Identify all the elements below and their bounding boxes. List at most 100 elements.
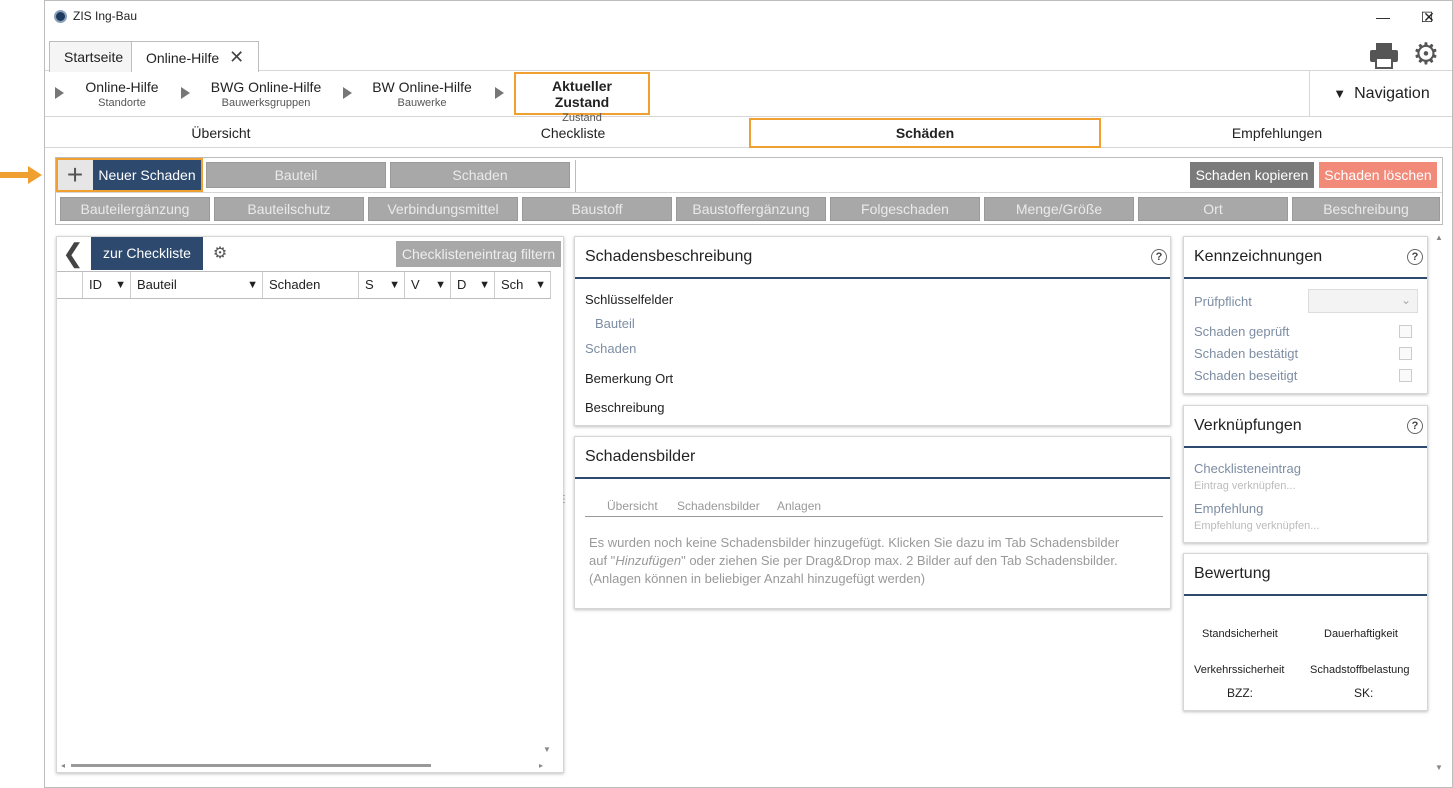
tab-label: Startseite bbox=[64, 49, 124, 65]
column-label: S bbox=[365, 277, 374, 292]
delete-damage-button[interactable]: Schaden löschen bbox=[1319, 162, 1437, 188]
filter-icon[interactable]: ▼ bbox=[479, 272, 490, 298]
bauteil-field[interactable]: Bauteil bbox=[595, 316, 635, 331]
column-header-s[interactable]: S ▼ bbox=[359, 272, 405, 298]
breadcrumb-title: Online-Hilfe bbox=[85, 79, 159, 95]
subtab-empfehlungen[interactable]: Empfehlungen bbox=[1101, 118, 1453, 148]
help-icon[interactable]: ? bbox=[1151, 249, 1167, 265]
message-emphasis: Hinzufügen bbox=[615, 553, 682, 568]
splitter-grip-icon[interactable]: ⋮ bbox=[559, 495, 569, 505]
breadcrumb: Online-Hilfe Standorte BWG Online-Hilfe … bbox=[45, 71, 1453, 124]
markings-panel: Kennzeichnungen ? Prüfpflicht ⌄ Schaden … bbox=[1183, 236, 1428, 394]
schaden-button[interactable]: Schaden bbox=[390, 162, 570, 188]
filter-icon[interactable]: ▼ bbox=[115, 272, 126, 298]
beschreibung-button[interactable]: Beschreibung bbox=[1292, 197, 1440, 221]
schaden-field[interactable]: Schaden bbox=[585, 341, 636, 356]
pointer-arrow-icon bbox=[0, 166, 42, 184]
scroll-left-icon[interactable]: ◂ bbox=[61, 761, 65, 770]
filter-icon[interactable]: ▼ bbox=[435, 272, 446, 298]
checked-checkbox[interactable] bbox=[1399, 325, 1412, 338]
breadcrumb-item-standorte[interactable]: Online-Hilfe Standorte bbox=[81, 79, 163, 109]
filter-icon[interactable]: ▼ bbox=[389, 272, 400, 298]
breadcrumb-sub: Standorte bbox=[98, 97, 146, 109]
baustoffergaenzung-button[interactable]: Baustoffergänzung bbox=[676, 197, 826, 221]
damage-list-panel: ❮ zur Checkliste ⚙ Checklisteneintrag fi… bbox=[56, 236, 564, 773]
panel-title: Schadensbeschreibung bbox=[575, 237, 1170, 279]
ort-button[interactable]: Ort bbox=[1138, 197, 1288, 221]
column-header-v[interactable]: V ▼ bbox=[405, 272, 451, 298]
app-window: ZIS Ing-Bau — ☐ ✕ Startseite Online-Hilf… bbox=[44, 0, 1453, 788]
copy-damage-button[interactable]: Schaden kopieren bbox=[1190, 162, 1314, 188]
location-remark-label[interactable]: Bemerkung Ort bbox=[585, 371, 673, 386]
column-header-sch[interactable]: Sch ▼ bbox=[495, 272, 551, 298]
images-tab-attachments[interactable]: Anlagen bbox=[777, 499, 821, 513]
column-header-d[interactable]: D ▼ bbox=[451, 272, 495, 298]
no-images-message: Es wurden noch keine Schadensbilder hinz… bbox=[589, 534, 1169, 588]
triangle-down-icon: ▼ bbox=[1333, 86, 1347, 101]
title-bar: ZIS Ing-Bau — ☐ bbox=[45, 1, 1452, 33]
subtab-uebersicht[interactable]: Übersicht bbox=[45, 118, 397, 148]
column-label: D bbox=[457, 277, 467, 292]
help-icon[interactable]: ? bbox=[1407, 249, 1423, 265]
column-header-schaden[interactable]: Schaden bbox=[263, 272, 359, 298]
filter-icon[interactable]: ▼ bbox=[247, 272, 258, 298]
back-to-checklist-button[interactable]: zur Checkliste bbox=[91, 237, 203, 270]
inspection-duty-select[interactable]: ⌄ bbox=[1308, 289, 1418, 313]
print-icon[interactable] bbox=[1369, 41, 1399, 69]
plus-icon: + bbox=[66, 159, 84, 190]
minimize-button[interactable]: — bbox=[1361, 5, 1405, 29]
column-settings-icon[interactable]: ⚙ bbox=[207, 241, 233, 267]
images-tab-overview[interactable]: Übersicht bbox=[607, 499, 658, 513]
help-icon[interactable]: ? bbox=[1407, 418, 1423, 434]
close-window-glyph[interactable]: ✕ bbox=[1407, 5, 1451, 29]
rating-panel: Bewertung Standsicherheit Dauerhaftigkei… bbox=[1183, 553, 1428, 711]
sk-label: SK: bbox=[1354, 686, 1374, 700]
resolved-checkbox[interactable] bbox=[1399, 369, 1412, 382]
breadcrumb-arrow-icon bbox=[181, 87, 190, 99]
tab-online-hilfe[interactable]: Online-Hilfe ✕ bbox=[131, 41, 260, 72]
column-label: ID bbox=[89, 277, 102, 292]
breadcrumb-arrow-icon bbox=[343, 87, 352, 99]
checked-label: Schaden geprüft bbox=[1194, 324, 1290, 339]
scroll-down-icon[interactable]: ▼ bbox=[1435, 763, 1443, 772]
description-label[interactable]: Beschreibung bbox=[585, 400, 665, 415]
scroll-right-icon[interactable]: ▸ bbox=[539, 761, 543, 770]
breadcrumb-item-bauwerke[interactable]: BW Online-Hilfe Bauwerke bbox=[369, 79, 475, 109]
tab-startseite[interactable]: Startseite bbox=[49, 41, 139, 72]
confirmed-checkbox[interactable] bbox=[1399, 347, 1412, 360]
column-header-bauteil[interactable]: Bauteil ▼ bbox=[131, 272, 263, 298]
folgeschaden-button[interactable]: Folgeschaden bbox=[830, 197, 980, 221]
images-tab-pictures[interactable]: Schadensbilder bbox=[677, 499, 760, 513]
recommendation-link[interactable]: Empfehlung verknüpfen... bbox=[1194, 520, 1319, 532]
images-panel: Schadensbilder Übersicht Schadensbilder … bbox=[574, 436, 1171, 609]
close-tab-icon[interactable]: ✕ bbox=[229, 42, 244, 72]
breadcrumb-title: BW Online-Hilfe bbox=[372, 79, 472, 95]
damage-toolbar: + Neuer Schaden Bauteil Schaden Schaden … bbox=[55, 157, 1443, 225]
bauteilergaenzung-button[interactable]: Bauteilergänzung bbox=[60, 197, 210, 221]
bauteil-button[interactable]: Bauteil bbox=[206, 162, 386, 188]
chevron-left-icon[interactable]: ❮ bbox=[57, 237, 89, 269]
pollutant-label: Schadstoffbelastung bbox=[1310, 664, 1410, 676]
menge-groesse-button[interactable]: Menge/Größe bbox=[984, 197, 1134, 221]
filter-icon[interactable]: ▼ bbox=[535, 272, 546, 298]
description-panel: Schadensbeschreibung ? Schlüsselfelder B… bbox=[574, 236, 1171, 426]
checklist-entry-link[interactable]: Eintrag verknüpfen... bbox=[1194, 480, 1296, 492]
filter-checklist-button[interactable]: Checklisteneintrag filtern bbox=[396, 241, 561, 267]
settings-gear-icon[interactable]: ⚙ bbox=[1410, 39, 1442, 71]
horizontal-scrollbar[interactable] bbox=[71, 764, 431, 767]
navigation-button[interactable]: ▼ Navigation bbox=[1309, 71, 1453, 117]
breadcrumb-item-zustand[interactable]: Aktueller Zustand Zustand bbox=[514, 72, 650, 124]
baustoff-button[interactable]: Baustoff bbox=[522, 197, 672, 221]
bauteilschutz-button[interactable]: Bauteilschutz bbox=[214, 197, 364, 221]
window-title: ZIS Ing-Bau bbox=[73, 9, 138, 23]
subtab-checkliste[interactable]: Checkliste bbox=[397, 118, 749, 148]
subtab-schaeden[interactable]: Schäden bbox=[749, 118, 1101, 148]
scroll-down-icon[interactable]: ▼ bbox=[543, 745, 551, 754]
column-header-id[interactable]: ID ▼ bbox=[83, 272, 131, 298]
panel-title: Bewertung bbox=[1184, 554, 1427, 596]
verbindungsmittel-button[interactable]: Verbindungsmittel bbox=[368, 197, 518, 221]
breadcrumb-item-bauwerksgruppen[interactable]: BWG Online-Hilfe Bauwerksgruppen bbox=[207, 79, 325, 109]
scroll-up-icon[interactable]: ▲ bbox=[1435, 233, 1443, 242]
breadcrumb-title: Aktueller Zustand bbox=[552, 78, 612, 110]
new-damage-button[interactable]: + Neuer Schaden bbox=[56, 158, 203, 192]
